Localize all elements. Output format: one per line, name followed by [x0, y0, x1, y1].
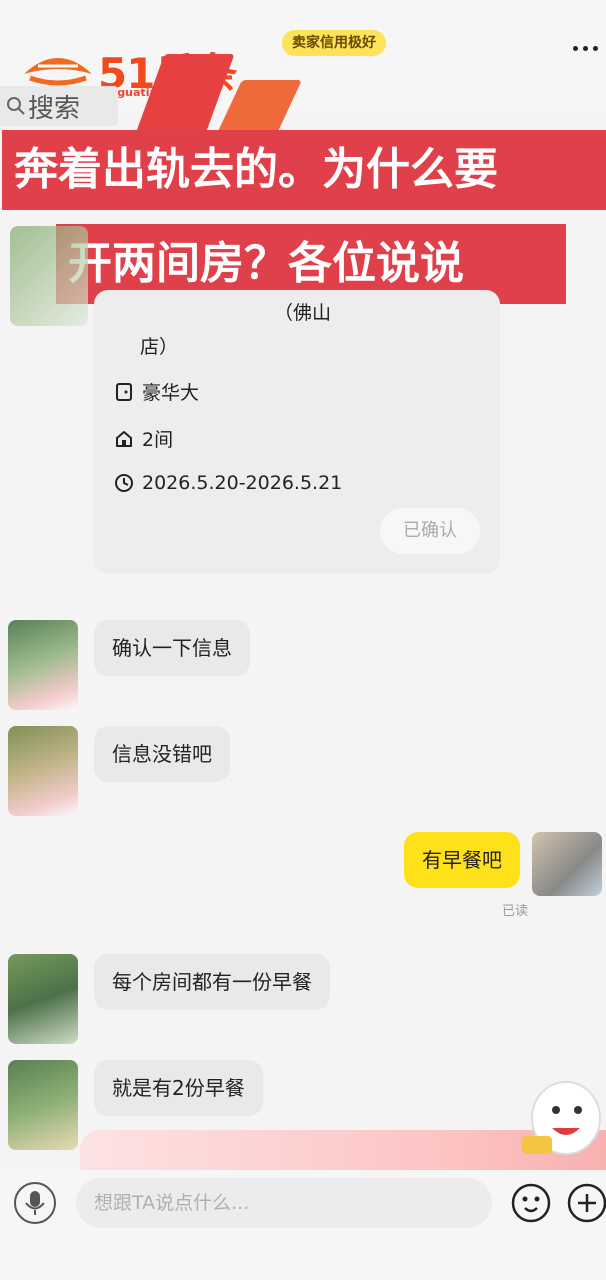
room-count: 2间 [142, 429, 174, 451]
more-dots-icon[interactable] [568, 38, 602, 58]
hotel-name-row-2: 店） [140, 332, 178, 359]
room-type: 豪华大 [142, 382, 200, 404]
title-banner-line1: 奔着出轨去的。为什么要 [2, 130, 606, 210]
search-button[interactable]: 搜索 [0, 86, 118, 126]
room-type-row: 豪华大 [114, 378, 199, 405]
message-bubble-outgoing[interactable]: 有早餐吧 [404, 832, 520, 888]
order-card[interactable]: （佛山 店） 豪华大 2间 2026.5.20-2026.5.21 已确认 [94, 290, 500, 574]
avatar [532, 832, 602, 896]
seller-credit-badge: 卖家信用极好 [282, 30, 386, 56]
hotel-name-suffix: （佛山 [274, 302, 332, 324]
avatar [8, 954, 78, 1044]
logo-mark-icon [24, 58, 92, 86]
search-icon [7, 97, 25, 115]
message-bubble-incoming[interactable]: 信息没错吧 [94, 726, 230, 782]
message-input[interactable] [76, 1178, 492, 1228]
message-bubble-incoming[interactable]: 每个房间都有一份早餐 [94, 954, 330, 1010]
hotel-name-row: （佛山 [274, 298, 331, 325]
avatar [8, 1060, 78, 1150]
mascot-icon[interactable] [520, 1066, 606, 1158]
clock-icon [115, 474, 133, 492]
house-icon [116, 430, 132, 447]
microphone-icon[interactable] [12, 1180, 58, 1226]
read-status: 已读 [502, 904, 529, 919]
avatar [8, 726, 78, 816]
avatar [8, 620, 78, 710]
hotel-name-line2: 店） [140, 336, 179, 358]
message-bubble-incoming[interactable]: 确认一下信息 [94, 620, 250, 676]
date-row: 2026.5.20-2026.5.21 [114, 472, 342, 494]
confirmed-button[interactable]: 已确认 [380, 508, 480, 554]
plus-icon[interactable] [566, 1182, 606, 1224]
door-icon [116, 382, 132, 401]
emoji-icon[interactable] [510, 1182, 552, 1224]
search-label: 搜索 [28, 93, 81, 124]
message-bubble-incoming[interactable]: 就是有2份早餐 [94, 1060, 263, 1116]
avatar [10, 226, 88, 326]
stay-dates: 2026.5.20-2026.5.21 [142, 472, 343, 494]
room-count-row: 2间 [114, 425, 173, 452]
